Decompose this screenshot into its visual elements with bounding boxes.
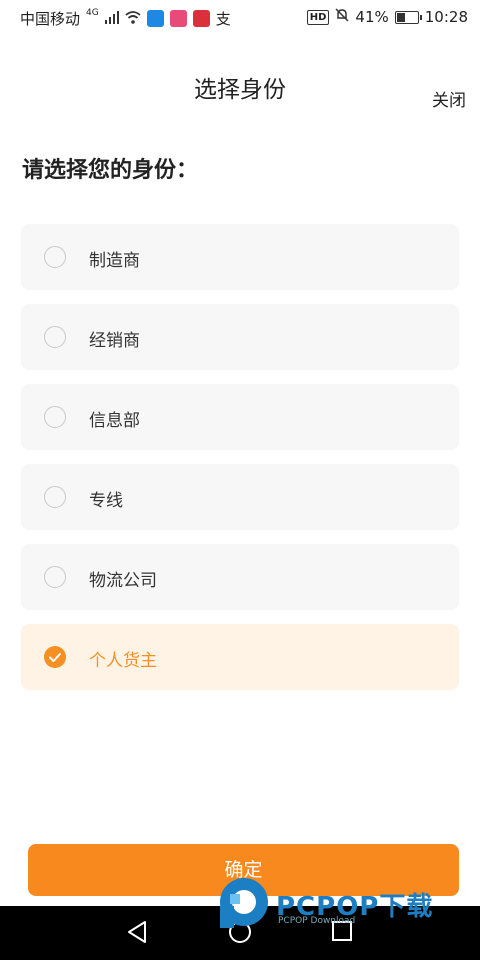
mute-bell-icon xyxy=(335,8,349,26)
radio-icon[interactable] xyxy=(44,566,66,588)
status-right: HD 41% 10:28 xyxy=(306,8,468,26)
option-label: 制造商 xyxy=(89,251,140,271)
battery-percent: 41% xyxy=(355,8,389,26)
navigation-bar xyxy=(0,906,480,960)
option-label: 个人货主 xyxy=(89,651,157,671)
clock: 10:28 xyxy=(424,8,468,26)
confirm-button[interactable]: 确定 xyxy=(28,844,459,896)
option-individual-shipper[interactable]: 个人货主 xyxy=(21,624,459,690)
option-label: 经销商 xyxy=(89,331,140,351)
alipay-icon: 支 xyxy=(215,10,231,28)
option-label: 专线 xyxy=(89,491,123,511)
radio-icon[interactable] xyxy=(44,486,66,508)
option-label: 信息部 xyxy=(89,411,140,431)
network-type: 4G xyxy=(86,7,99,18)
option-distributor[interactable]: 经销商 xyxy=(21,304,459,370)
radio-icon[interactable] xyxy=(44,246,66,268)
wifi-icon xyxy=(125,10,141,28)
header: 选择身份 关闭 xyxy=(0,60,480,116)
radio-icon[interactable] xyxy=(44,326,66,348)
carrier-name: 中国移动 xyxy=(20,10,81,28)
app-notification-icon xyxy=(146,10,164,27)
identity-options: 制造商 经销商 信息部 专线 物流公司 个人货主 xyxy=(21,224,459,704)
app-notification-icon xyxy=(169,10,187,27)
app-notification-icon xyxy=(192,10,210,27)
option-label: 物流公司 xyxy=(89,571,157,591)
option-dedicated-line[interactable]: 专线 xyxy=(21,464,459,530)
close-button[interactable]: 关闭 xyxy=(432,86,466,111)
checked-radio-icon[interactable] xyxy=(44,646,66,668)
recent-apps-icon[interactable] xyxy=(331,920,353,946)
status-bar: 中国移动 4G 支 HD 41% 10:28 xyxy=(0,0,480,34)
status-left: 中国移动 4G 支 xyxy=(20,8,231,29)
home-icon[interactable] xyxy=(228,920,252,948)
hd-badge: HD xyxy=(306,9,330,25)
option-info-department[interactable]: 信息部 xyxy=(21,384,459,450)
battery-icon xyxy=(394,10,422,24)
identity-prompt: 请选择您的身份： xyxy=(22,158,199,183)
option-manufacturer[interactable]: 制造商 xyxy=(21,224,459,290)
back-icon[interactable] xyxy=(126,920,148,948)
page-title: 选择身份 xyxy=(194,77,286,103)
option-logistics-company[interactable]: 物流公司 xyxy=(21,544,459,610)
radio-icon[interactable] xyxy=(44,406,66,428)
signal-icon xyxy=(104,10,119,28)
